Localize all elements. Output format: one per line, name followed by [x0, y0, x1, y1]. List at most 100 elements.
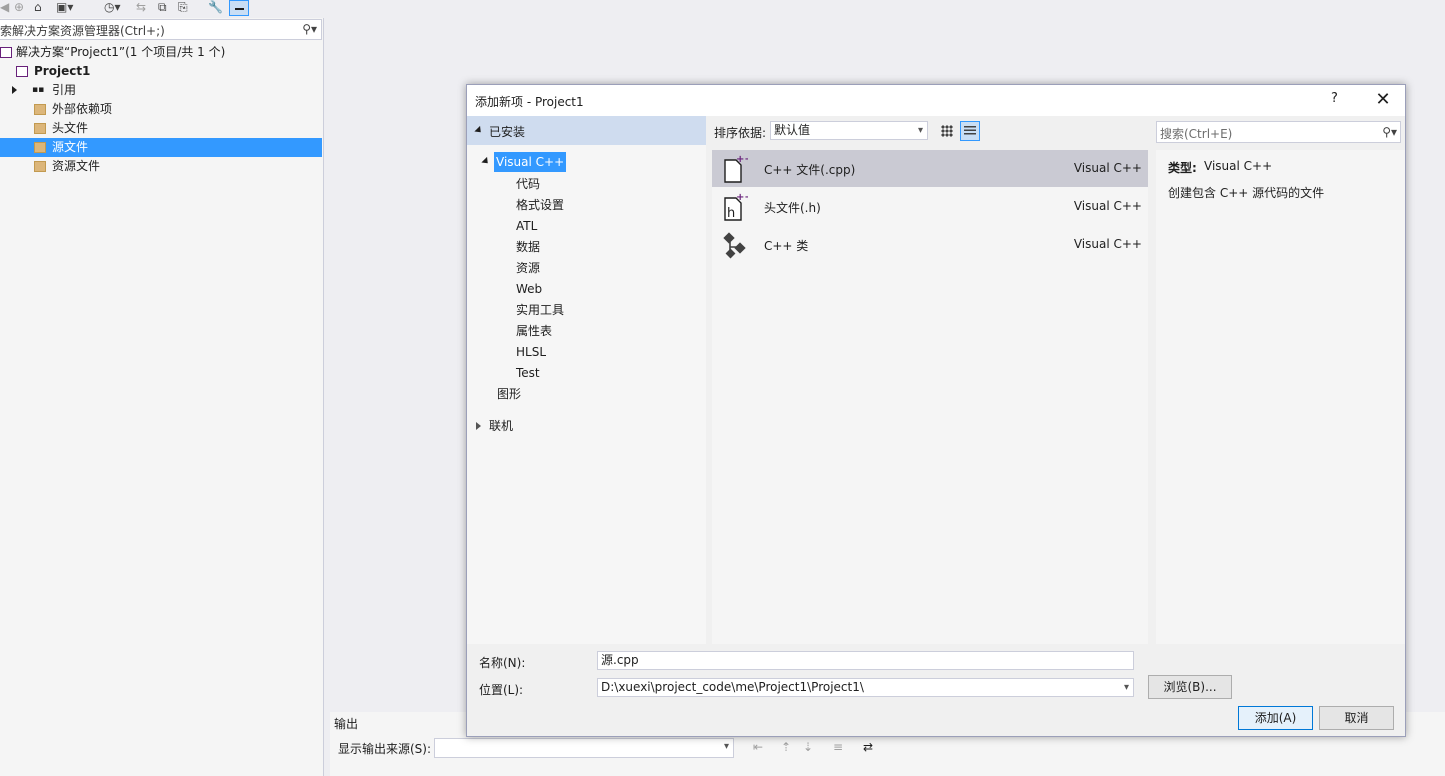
- category-item[interactable]: 数据: [516, 238, 540, 256]
- collapse-all-icon[interactable]: ⧉: [158, 0, 167, 16]
- output-source-select[interactable]: [434, 738, 734, 758]
- template-name: C++ 类: [764, 239, 809, 253]
- next-message-icon[interactable]: ⇣: [800, 740, 816, 754]
- previous-message-icon[interactable]: ⇡: [778, 740, 794, 754]
- tree-item-label: 外部依赖项: [52, 102, 113, 116]
- tree-item-label: 头文件: [52, 121, 89, 135]
- sync-icon[interactable]: ⇆: [136, 0, 146, 16]
- cancel-button[interactable]: 取消: [1319, 706, 1394, 730]
- category-item[interactable]: 代码: [516, 175, 540, 193]
- template-search-input[interactable]: 搜索(Ctrl+E) ⚲▾: [1156, 121, 1401, 143]
- location-input[interactable]: D:\xuexi\project_code\me\Project1\Projec…: [597, 678, 1134, 697]
- tree-item-label: 源文件: [52, 140, 89, 154]
- name-label: 名称(N):: [479, 656, 526, 670]
- category-item[interactable]: ATL: [516, 217, 537, 235]
- references-icon: ▪▪: [32, 85, 45, 95]
- folder-icon: [34, 123, 46, 134]
- installed-label: 已安装: [489, 125, 526, 139]
- forward-icon[interactable]: ⊕: [14, 0, 24, 16]
- template-name: 头文件(.h): [764, 201, 821, 215]
- svg-text:h: h: [727, 206, 735, 221]
- pending-changes-filter-icon[interactable]: ◷▾: [104, 0, 121, 16]
- tree-item-label: 解决方案“Project1”(1 个项目/共 1 个): [16, 45, 226, 59]
- list-view-button[interactable]: [960, 121, 980, 141]
- template-row[interactable]: ++ C++ 文件(.cpp) Visual C++: [712, 150, 1154, 187]
- template-row[interactable]: h ++ 头文件(.h) Visual C++: [712, 188, 1154, 225]
- sort-select[interactable]: 默认值: [770, 121, 928, 140]
- category-graphics[interactable]: 图形: [497, 385, 521, 403]
- description-text: 创建包含 C++ 源代码的文件: [1168, 186, 1325, 200]
- back-icon[interactable]: ◀: [0, 0, 9, 16]
- search-icon[interactable]: ⚲▾: [302, 22, 317, 36]
- location-label: 位置(L):: [479, 683, 524, 697]
- folder-icon: [34, 142, 46, 153]
- category-item[interactable]: Web: [516, 280, 542, 298]
- tree-item-external-dependencies[interactable]: 外部依赖项: [0, 100, 322, 119]
- preview-selected-items-button[interactable]: [229, 0, 249, 16]
- show-all-files-icon[interactable]: ⎘: [178, 0, 188, 16]
- project-icon: [16, 66, 28, 77]
- explorer-search-placeholder: 索解决方案资源管理器(Ctrl+;): [0, 24, 165, 38]
- home-icon[interactable]: ⌂: [34, 0, 42, 16]
- solution-explorer: ◀ ⊕ ⌂ ▣▾ ◷▾ ⇆ ⧉ ⎘ 🔧 索解决方案资源管理器(Ctrl+;) ⚲…: [0, 0, 324, 776]
- collapse-arrow-icon[interactable]: [481, 156, 491, 167]
- tree-item-source-files[interactable]: 源文件: [0, 138, 322, 157]
- tree-item-label: Project1: [34, 64, 91, 78]
- category-item[interactable]: 格式设置: [516, 196, 564, 214]
- description-pane: 搜索(Ctrl+E) ⚲▾ 类型: Visual C++ 创建包含 C++ 源代…: [1148, 116, 1405, 644]
- tree-item-solution[interactable]: 解决方案“Project1”(1 个项目/共 1 个): [0, 43, 322, 62]
- output-title: 输出: [334, 717, 359, 731]
- expand-arrow-icon[interactable]: [12, 86, 17, 94]
- tree-item-resource-files[interactable]: 资源文件: [0, 157, 322, 176]
- help-button[interactable]: ?: [1331, 91, 1345, 106]
- installed-header[interactable]: 已安装: [467, 116, 706, 145]
- cpp-file-icon: ++: [724, 154, 748, 183]
- find-message-icon[interactable]: ⇤: [750, 740, 766, 754]
- expand-arrow-icon[interactable]: [476, 422, 481, 430]
- dialog-footer: 名称(N): 源.cpp 位置(L): D:\xuexi\project_cod…: [467, 644, 1405, 736]
- grid-view-button[interactable]: [937, 121, 957, 141]
- category-item[interactable]: 属性表: [516, 322, 552, 340]
- template-row[interactable]: C++ 类 Visual C++: [712, 226, 1154, 263]
- svg-text:++: ++: [736, 192, 748, 203]
- tree-item-label: 引用: [52, 83, 77, 97]
- header-file-icon: h ++: [724, 192, 748, 221]
- template-name: C++ 文件(.cpp): [764, 163, 856, 177]
- tree-item-references[interactable]: ▪▪ 引用: [0, 81, 322, 100]
- svg-text:++: ++: [736, 154, 748, 165]
- grid-view-icon: [941, 125, 953, 137]
- category-item[interactable]: 资源: [516, 259, 540, 277]
- folder-icon: [34, 104, 46, 115]
- template-search-placeholder: 搜索(Ctrl+E): [1160, 127, 1233, 141]
- dialog-titlebar: 添加新项 - Project1 ? ✕: [467, 85, 1405, 116]
- sort-label: 排序依据:: [714, 126, 767, 140]
- tree-item-project[interactable]: Project1: [0, 62, 322, 81]
- dialog-title: 添加新项 - Project1: [475, 95, 584, 109]
- category-item[interactable]: 实用工具: [516, 301, 564, 319]
- solution-icon: [0, 47, 12, 58]
- properties-wrench-icon[interactable]: 🔧: [208, 0, 223, 16]
- name-input[interactable]: 源.cpp: [597, 651, 1134, 670]
- tree-item-label: 资源文件: [52, 159, 101, 173]
- search-icon[interactable]: ⚲▾: [1382, 125, 1397, 139]
- tree-item-header-files[interactable]: 头文件: [0, 119, 322, 138]
- clear-all-icon[interactable]: ≡: [830, 740, 846, 754]
- category-online[interactable]: 联机: [489, 417, 513, 435]
- browse-button[interactable]: 浏览(B)...: [1148, 675, 1232, 699]
- category-pane: 已安装 Visual C++ 代码 格式设置 ATL 数据 资源 Web 实用工…: [467, 116, 706, 644]
- toggle-word-wrap-icon[interactable]: ⇄: [860, 740, 876, 754]
- explorer-search-input[interactable]: 索解决方案资源管理器(Ctrl+;) ⚲▾: [0, 19, 322, 40]
- collapse-arrow-icon[interactable]: [474, 125, 484, 136]
- category-visual-cpp[interactable]: Visual C++: [494, 152, 567, 172]
- type-label: 类型:: [1168, 161, 1197, 175]
- switch-views-icon[interactable]: ▣▾: [56, 0, 73, 16]
- add-button[interactable]: 添加(A): [1238, 706, 1313, 730]
- template-language: Visual C++: [1073, 161, 1142, 175]
- category-item[interactable]: Test: [516, 364, 540, 382]
- template-language: Visual C++: [1073, 199, 1142, 213]
- list-view-icon: [964, 126, 976, 136]
- close-button[interactable]: ✕: [1373, 88, 1393, 112]
- category-item[interactable]: HLSL: [516, 343, 546, 361]
- add-new-item-dialog: 添加新项 - Project1 ? ✕ 已安装 Visual C++ 代码 格式…: [466, 84, 1406, 737]
- description-box: 类型: Visual C++ 创建包含 C++ 源代码的文件: [1156, 150, 1405, 644]
